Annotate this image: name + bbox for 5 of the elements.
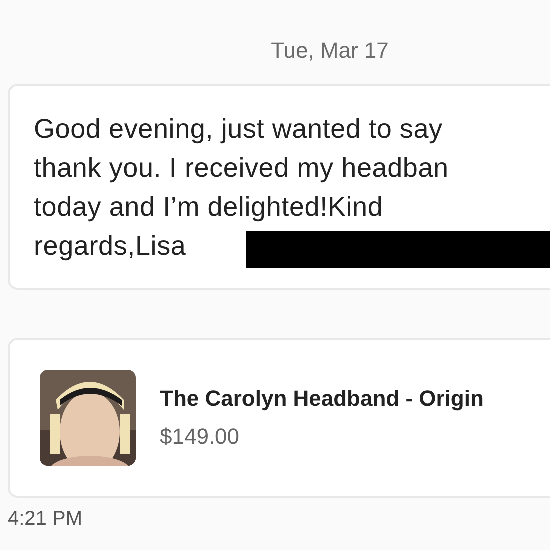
- message-text: Good evening, just wanted to say thank you. I received my headban today and I’m delighted!Kind regards,Lisa: [34, 113, 450, 263]
- message-time: 4:21 PM: [8, 508, 84, 531]
- product-price: $149.00: [160, 424, 241, 450]
- product-title: The Carolyn Headband - Origin: [160, 386, 484, 412]
- date-divider: Tue, Mar 17: [270, 37, 390, 64]
